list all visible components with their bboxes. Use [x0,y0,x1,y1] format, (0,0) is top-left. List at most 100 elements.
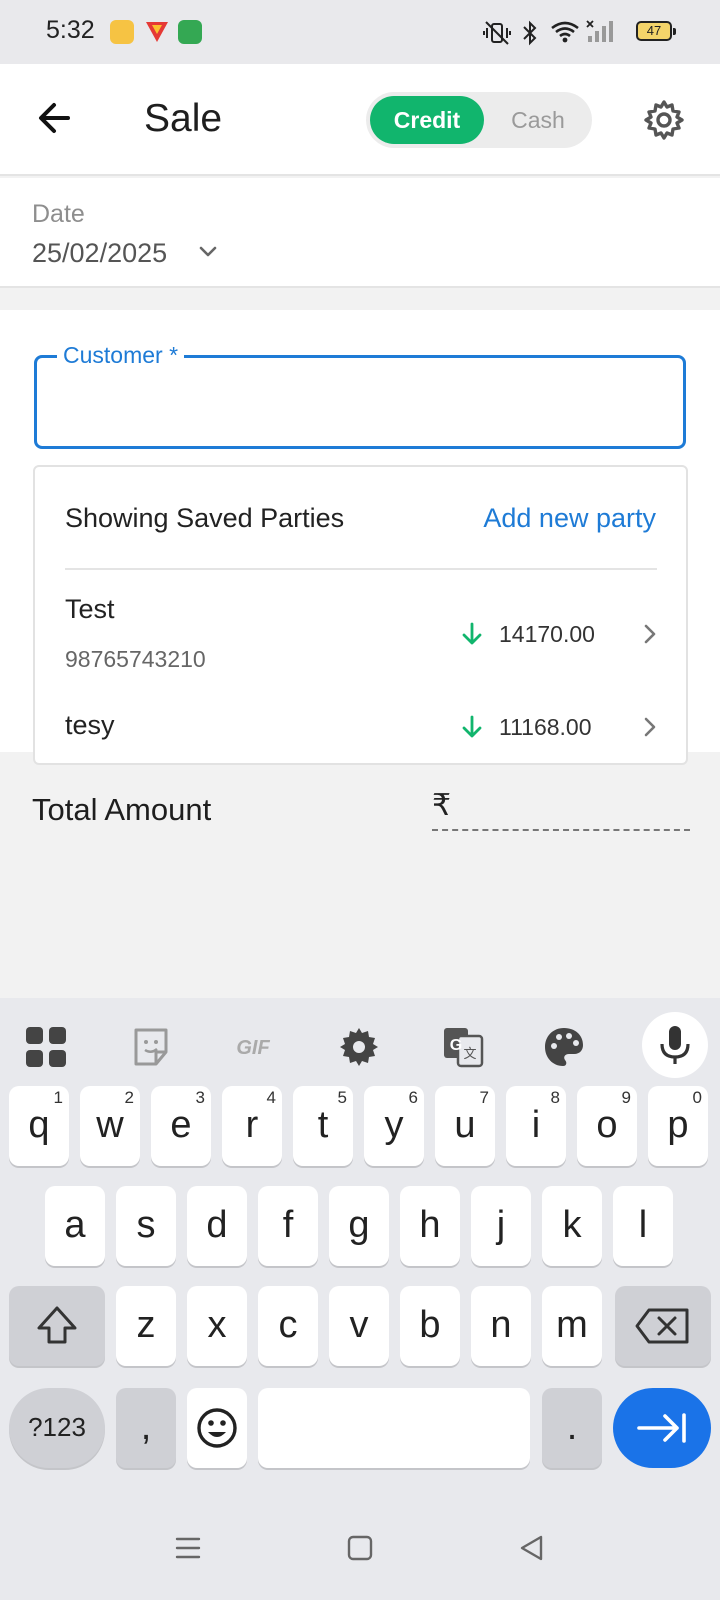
customer-input[interactable]: Customer * [34,342,686,449]
backspace-icon [635,1308,689,1344]
key-b[interactable]: b [400,1286,460,1366]
settings-icon[interactable] [336,1024,382,1070]
key-letter: q [28,1104,50,1146]
key-k[interactable]: k [542,1186,602,1266]
key-i[interactable]: i8 [506,1086,566,1166]
key-letter: e [170,1104,192,1146]
key-hint: 3 [195,1088,205,1107]
key-a[interactable]: a [45,1186,105,1266]
key-m[interactable]: m [542,1286,602,1366]
key-v[interactable]: v [329,1286,389,1366]
mic-icon [660,1026,690,1064]
arrow-down-icon [462,715,482,738]
sticker-icon[interactable] [128,1024,174,1070]
party-name: tesy [65,710,115,740]
key-h[interactable]: h [400,1186,460,1266]
key-hint: 2 [124,1088,134,1107]
total-amount-label: Total Amount [32,792,212,827]
voice-input-button[interactable] [642,1012,708,1078]
comma-key[interactable]: , [116,1388,176,1468]
key-letter: o [596,1104,618,1146]
key-l[interactable]: l [613,1186,673,1266]
key-s[interactable]: s [116,1186,176,1266]
recents-menu-icon[interactable] [172,1532,204,1564]
gif-icon[interactable]: GIF [230,1024,276,1070]
key-j[interactable]: j [471,1186,531,1266]
key-d[interactable]: d [187,1186,247,1266]
key-letter: p [667,1104,689,1146]
saved-parties-dropdown: Showing Saved Parties Add new party Test… [33,465,688,765]
symbols-key[interactable]: ?123 [9,1388,105,1468]
key-o[interactable]: o9 [577,1086,637,1166]
back-triangle-icon[interactable] [516,1532,548,1564]
page-title: Sale [144,97,223,140]
vibrate-mute-icon [483,21,511,45]
total-amount-input[interactable] [432,829,690,831]
key-q[interactable]: q1 [9,1086,69,1166]
party-phone: 98765743210 [65,646,206,672]
key-p[interactable]: p0 [648,1086,708,1166]
key-letter: r [245,1104,259,1146]
date-value[interactable]: 25/02/2025 [32,238,167,269]
apps-grid-icon[interactable] [23,1024,69,1070]
key-letter: i [531,1104,541,1146]
spacebar-key[interactable] [258,1388,530,1468]
key-letter: w [96,1104,124,1146]
period-key[interactable]: . [542,1388,602,1468]
notification-app-icon [178,20,202,44]
party-balance: 11168.00 [499,714,592,740]
palette-icon[interactable] [541,1024,587,1070]
notification-app-icon [110,20,134,44]
battery-icon: 47 [636,21,676,41]
key-hint: 8 [550,1088,560,1107]
key-x[interactable]: x [187,1286,247,1366]
chevron-right-icon[interactable] [639,714,661,740]
emoji-key[interactable] [187,1388,247,1468]
arrow-down-icon [462,622,482,645]
system-nav-bar [0,1500,720,1600]
key-z[interactable]: z [116,1286,176,1366]
credit-cash-toggle[interactable]: Credit Cash [366,92,592,148]
key-f[interactable]: f [258,1186,318,1266]
svg-text:G: G [450,1037,462,1054]
party-list-item[interactable]: Test 98765743210 14170.00 [35,570,686,690]
key-t[interactable]: t5 [293,1086,353,1166]
settings-gear-icon[interactable] [640,96,688,144]
key-hint: 0 [692,1088,702,1107]
chevron-down-icon[interactable] [196,240,220,264]
key-y[interactable]: y6 [364,1086,424,1166]
key-u[interactable]: u7 [435,1086,495,1166]
party-list-item[interactable]: tesy 11168.00 [35,690,686,763]
translate-icon[interactable]: G文 [440,1024,486,1070]
enter-next-key[interactable] [613,1388,711,1468]
shift-key[interactable] [9,1286,105,1366]
key-letter: u [454,1104,476,1146]
currency-symbol: ₹ [432,789,452,822]
key-hint: 5 [337,1088,347,1107]
credit-toggle-option[interactable]: Credit [370,96,484,144]
signal-icon [586,20,613,42]
add-new-party-link[interactable]: Add new party [483,503,656,534]
key-letter: t [317,1104,329,1146]
svg-text:文: 文 [463,1047,476,1062]
date-picker[interactable]: Date 25/02/2025 [0,178,720,288]
key-e[interactable]: e3 [151,1086,211,1166]
cash-toggle-option[interactable]: Cash [488,96,588,144]
back-arrow-icon[interactable] [30,92,82,144]
backspace-key[interactable] [615,1286,711,1366]
key-n[interactable]: n [471,1286,531,1366]
key-r[interactable]: r4 [222,1086,282,1166]
home-square-icon[interactable] [344,1532,376,1564]
key-g[interactable]: g [329,1186,389,1266]
key-c[interactable]: c [258,1286,318,1366]
key-w[interactable]: w2 [80,1086,140,1166]
svg-text:GIF: GIF [236,1037,270,1059]
key-hint: 4 [266,1088,276,1107]
app-header: Sale Credit Cash [0,64,720,176]
date-label: Date [32,200,85,228]
party-name: Test [65,594,115,624]
bluetooth-icon [523,20,537,46]
key-hint: 9 [621,1088,631,1107]
key-hint: 6 [408,1088,418,1107]
chevron-right-icon[interactable] [639,621,661,647]
